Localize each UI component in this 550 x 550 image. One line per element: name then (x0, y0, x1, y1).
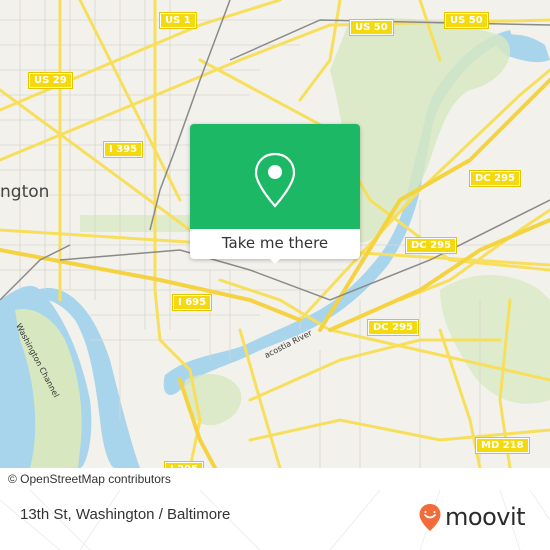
city-label: ngton (0, 182, 50, 202)
route-shield-dc295: DC 295 (405, 237, 457, 254)
map[interactable]: ngton Washington Channel acostia River U… (0, 0, 550, 468)
take-me-there-button[interactable]: Take me there (190, 229, 360, 259)
route-shield-us29: US 29 (28, 72, 73, 89)
route-shield-dc295: DC 295 (367, 319, 419, 336)
location-title: 13th St, Washington / Baltimore (20, 506, 231, 523)
moovit-logo[interactable]: moovit (418, 502, 526, 532)
footer: 13th St, Washington / Baltimore moovit (0, 490, 550, 550)
location-marker (271, 262, 274, 265)
route-shield-i395: I 395 (102, 141, 144, 158)
route-shield-i295: I 295 (163, 461, 205, 468)
route-shield-us1: US 1 (159, 12, 197, 29)
route-shield-us50: US 50 (444, 12, 489, 29)
route-shield-dc295: DC 295 (469, 170, 521, 187)
moovit-smile-pin-icon (419, 504, 441, 531)
route-shield-us50: US 50 (349, 19, 394, 36)
moovit-wordmark: moovit (445, 503, 526, 531)
route-shield-md218: MD 218 (475, 437, 530, 454)
map-attribution[interactable]: © OpenStreetMap contributors (0, 470, 179, 490)
route-shield-i695: I 695 (171, 294, 213, 311)
destination-popup[interactable]: Take me there (190, 124, 360, 264)
popup-header[interactable] (190, 124, 360, 229)
location-pin-icon (254, 152, 296, 208)
